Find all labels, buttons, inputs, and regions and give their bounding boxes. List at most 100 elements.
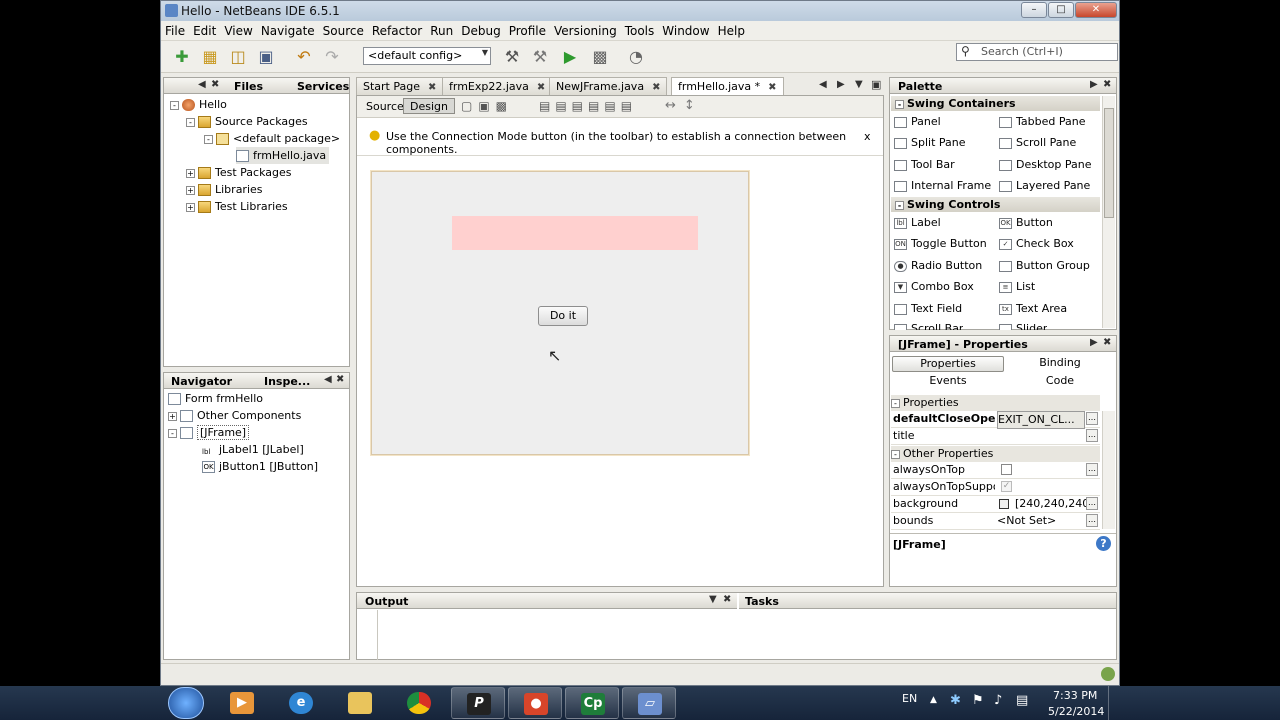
tab-output[interactable]: Output (365, 595, 408, 608)
tree-item-libraries[interactable]: + Libraries (186, 181, 263, 198)
prop-row-background[interactable]: background [240,240,240] … (891, 496, 1100, 513)
help-icon[interactable]: ? (1096, 536, 1111, 551)
palette-scroll-thumb[interactable] (1104, 108, 1114, 218)
build-hammer-icon[interactable]: ⚒ (501, 46, 523, 68)
menu-view[interactable]: View (220, 21, 256, 38)
close-icon[interactable]: ✖ (428, 82, 436, 93)
resize-icons[interactable]: ↔↕ (665, 98, 703, 113)
tab-frmexp22[interactable]: frmExp22.java ✖ (442, 77, 553, 95)
palette-item-layered-pane[interactable]: Layered Pane (999, 178, 1090, 194)
tab-binding[interactable]: Binding (1004, 356, 1116, 372)
tree-item-test-libraries[interactable]: + Test Libraries (186, 198, 288, 215)
edit-ellipsis-button[interactable]: … (1086, 429, 1098, 442)
language-indicator[interactable]: EN (902, 692, 917, 705)
menu-run[interactable]: Run (426, 21, 457, 38)
form-canvas[interactable]: Do it ↖ (371, 171, 749, 455)
menu-refactor[interactable]: Refactor (368, 21, 426, 38)
menu-file[interactable]: File (161, 21, 189, 38)
new-project-icon[interactable]: ▦ (199, 46, 221, 68)
clock-time[interactable]: 7:33 PM (1053, 689, 1097, 702)
tree-item-other-components[interactable]: + Other Components (168, 407, 301, 424)
network-icon[interactable]: ▤ (1016, 693, 1028, 708)
palette-item-button[interactable]: OK Button (999, 215, 1053, 231)
new-file-icon[interactable]: ✚ (171, 46, 193, 68)
palette-item-toggle-button[interactable]: ON Toggle Button (894, 236, 987, 252)
tree-item-project[interactable]: - Hello (170, 96, 227, 113)
taskbar-internet-explorer[interactable]: e (274, 687, 328, 719)
tab-scroll-right-icon[interactable]: ▶ (837, 79, 845, 90)
palette-item-combo-box[interactable]: ▼ Combo Box (894, 279, 974, 295)
tab-services[interactable]: Services (297, 80, 349, 93)
menu-help[interactable]: Help (714, 21, 749, 38)
selection-mode-icons[interactable]: ▢▣▩ (461, 99, 513, 113)
clean-build-icon[interactable]: ⚒ (529, 46, 551, 68)
close-icon[interactable]: ✖ (537, 82, 545, 93)
show-hidden-icons-icon[interactable]: ▲ (930, 695, 937, 705)
collapse-icon[interactable]: - (204, 134, 213, 144)
profile-icon[interactable]: ◔ (625, 46, 647, 68)
expand-icon[interactable]: + (168, 411, 177, 421)
palette-category-swing-controls[interactable]: - Swing Controls (891, 197, 1100, 212)
panel-nav-icon[interactable]: ◀ (198, 79, 206, 90)
tree-item-source-packages[interactable]: - Source Packages (186, 113, 308, 130)
palette-item-panel[interactable]: Panel (894, 114, 941, 130)
tree-item-jbutton1[interactable]: OK jButton1 [JButton] (202, 458, 318, 475)
panel-close-icon[interactable]: ✖ (1103, 337, 1111, 348)
panel-nav-icon[interactable]: ◀ (324, 374, 332, 385)
other-properties-section-header[interactable]: - Other Properties (891, 446, 1100, 462)
undo-icon[interactable]: ↶ (293, 46, 315, 68)
start-button[interactable] (168, 687, 204, 719)
menu-navigate[interactable]: Navigate (257, 21, 319, 38)
edit-ellipsis-button[interactable]: … (1086, 412, 1098, 425)
do-it-button[interactable]: Do it (538, 306, 588, 326)
run-icon[interactable]: ▶ (559, 46, 581, 68)
panel-close-icon[interactable]: ✖ (211, 79, 219, 90)
tab-files[interactable]: Files (234, 80, 263, 93)
edit-ellipsis-button[interactable]: … (1086, 514, 1098, 527)
expand-icon[interactable]: + (186, 185, 195, 195)
prop-row-alwaysontop[interactable]: alwaysOnTop … (891, 462, 1100, 479)
tree-item-default-package[interactable]: - <default package> (204, 130, 340, 147)
tab-list-icon[interactable]: ▼ (855, 79, 863, 90)
panel-close-icon[interactable]: ✖ (336, 374, 344, 385)
redo-icon[interactable]: ↷ (321, 46, 343, 68)
save-all-icon[interactable]: ▣ (255, 46, 277, 68)
menu-tools[interactable]: Tools (621, 21, 659, 38)
collapse-icon[interactable]: - (168, 428, 177, 438)
palette-item-split-pane[interactable]: Split Pane (894, 135, 966, 151)
design-view-button[interactable]: Design (403, 98, 455, 114)
bounds-value[interactable]: <Not Set> (997, 513, 1085, 529)
menu-debug[interactable]: Debug (457, 21, 504, 38)
minimize-button[interactable]: – (1021, 2, 1047, 18)
menu-profile[interactable]: Profile (505, 21, 550, 38)
palette-item-list[interactable]: ≡ List (999, 279, 1035, 295)
taskbar-camtasia-recorder[interactable]: ● (508, 687, 562, 719)
tab-start-page[interactable]: Start Page ✖ (356, 77, 444, 95)
edit-ellipsis-button[interactable]: … (1086, 463, 1098, 476)
panel-menu-icon[interactable]: ▼ (709, 594, 717, 605)
menu-source[interactable]: Source (319, 21, 368, 38)
palette-item-internal-frame[interactable]: Internal Frame (894, 178, 991, 194)
menu-window[interactable]: Window (658, 21, 713, 38)
palette-item-radio-button[interactable]: ● Radio Button (894, 258, 982, 274)
search-input[interactable]: ⚲ Search (Ctrl+I) (956, 43, 1118, 61)
tab-tasks[interactable]: Tasks (745, 595, 779, 608)
prop-row-alwaysontopsupported[interactable]: alwaysOnTopSupporte ✓ (891, 479, 1100, 496)
palette-item-text-field[interactable]: Text Field (894, 301, 962, 317)
palette-item-text-area[interactable]: tx Text Area (999, 301, 1067, 317)
tree-item-test-packages[interactable]: + Test Packages (186, 164, 291, 181)
maximize-editor-icon[interactable]: ▣ (871, 78, 881, 91)
tree-item-frmhello[interactable]: frmHello.java (236, 147, 330, 164)
taskbar-media-player[interactable]: ▶ (215, 687, 269, 719)
collapse-icon[interactable]: - (891, 449, 900, 459)
panel-nav-icon[interactable]: ▶ (1090, 337, 1098, 348)
close-icon[interactable]: ✖ (768, 82, 776, 93)
palette-item-tabbed-pane[interactable]: Tabbed Pane (999, 114, 1085, 130)
jlabel1-placeholder[interactable] (452, 216, 698, 250)
palette-item-scroll-pane[interactable]: Scroll Pane (999, 135, 1076, 151)
taskbar-chrome[interactable] (392, 687, 446, 719)
alwaysontop-checkbox[interactable] (1001, 464, 1012, 475)
debug-icon[interactable]: ▩ (589, 46, 611, 68)
collapse-icon[interactable]: - (895, 200, 904, 210)
close-icon[interactable]: ✖ (652, 82, 660, 93)
